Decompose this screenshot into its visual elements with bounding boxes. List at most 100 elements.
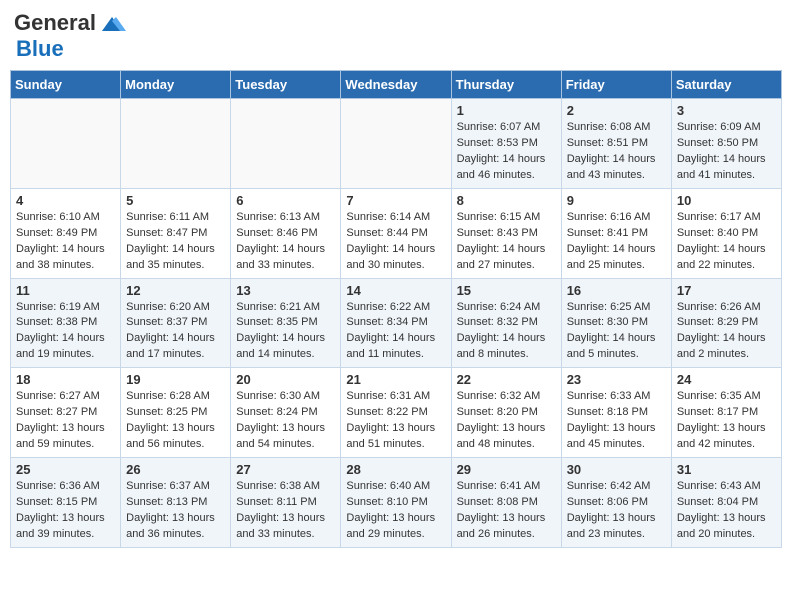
day-cell: 22 Sunrise: 6:32 AMSunset: 8:20 PMDayligh… (451, 368, 561, 458)
day-info: Sunrise: 6:26 AMSunset: 8:29 PMDaylight:… (677, 300, 776, 364)
day-number: 28 (346, 462, 445, 477)
day-info: Sunrise: 6:08 AMSunset: 8:51 PMDaylight:… (567, 120, 666, 184)
week-row-1: 1 Sunrise: 6:07 AMSunset: 8:53 PMDaylight… (11, 99, 782, 189)
day-number: 20 (236, 372, 335, 387)
day-cell: 9 Sunrise: 6:16 AMSunset: 8:41 PMDaylight… (561, 188, 671, 278)
col-header-monday: Monday (121, 71, 231, 99)
day-number: 2 (567, 103, 666, 118)
day-number: 5 (126, 193, 225, 208)
day-cell: 28 Sunrise: 6:40 AMSunset: 8:10 PMDayligh… (341, 458, 451, 548)
week-row-4: 18 Sunrise: 6:27 AMSunset: 8:27 PMDayligh… (11, 368, 782, 458)
week-row-5: 25 Sunrise: 6:36 AMSunset: 8:15 PMDayligh… (11, 458, 782, 548)
day-info: Sunrise: 6:11 AMSunset: 8:47 PMDaylight:… (126, 210, 225, 274)
day-cell: 15Sunrise: 6:24 AMSunset: 8:32 PMDayligh… (451, 278, 561, 368)
day-number: 17 (677, 283, 776, 298)
day-info: Sunrise: 6:16 AMSunset: 8:41 PMDaylight:… (567, 210, 666, 274)
day-cell: 26 Sunrise: 6:37 AMSunset: 8:13 PMDayligh… (121, 458, 231, 548)
day-number: 18 (16, 372, 115, 387)
day-number: 22 (457, 372, 556, 387)
day-info: Sunrise: 6:38 AMSunset: 8:11 PMDaylight:… (236, 479, 335, 543)
day-info: Sunrise: 6:43 AMSunset: 8:04 PMDaylight:… (677, 479, 776, 543)
col-header-tuesday: Tuesday (231, 71, 341, 99)
day-number: 1 (457, 103, 556, 118)
day-cell: 14Sunrise: 6:22 AMSunset: 8:34 PMDayligh… (341, 278, 451, 368)
day-number: 9 (567, 193, 666, 208)
day-info: Sunrise: 6:21 AMSunset: 8:35 PMDaylight:… (236, 300, 335, 364)
day-cell: 6 Sunrise: 6:13 AMSunset: 8:46 PMDaylight… (231, 188, 341, 278)
day-cell: 4 Sunrise: 6:10 AMSunset: 8:49 PMDaylight… (11, 188, 121, 278)
week-row-3: 11 Sunrise: 6:19 AMSunset: 8:38 PMDayligh… (11, 278, 782, 368)
day-info: Sunrise: 6:13 AMSunset: 8:46 PMDaylight:… (236, 210, 335, 274)
day-cell: 30 Sunrise: 6:42 AMSunset: 8:06 PMDayligh… (561, 458, 671, 548)
day-cell: 7 Sunrise: 6:14 AMSunset: 8:44 PMDaylight… (341, 188, 451, 278)
calendar-table: SundayMondayTuesdayWednesdayThursdayFrid… (10, 70, 782, 548)
day-info: Sunrise: 6:24 AMSunset: 8:32 PMDaylight:… (457, 300, 556, 364)
day-cell: 29 Sunrise: 6:41 AMSunset: 8:08 PMDayligh… (451, 458, 561, 548)
day-number: 29 (457, 462, 556, 477)
day-number: 25 (16, 462, 115, 477)
day-cell: 24 Sunrise: 6:35 AMSunset: 8:17 PMDayligh… (671, 368, 781, 458)
day-cell (11, 99, 121, 189)
day-cell: 31Sunrise: 6:43 AMSunset: 8:04 PMDayligh… (671, 458, 781, 548)
day-number: 16 (567, 283, 666, 298)
day-number: 10 (677, 193, 776, 208)
day-cell: 8Sunrise: 6:15 AMSunset: 8:43 PMDaylight… (451, 188, 561, 278)
day-info: Sunrise: 6:14 AMSunset: 8:44 PMDaylight:… (346, 210, 445, 274)
day-info: Sunrise: 6:37 AMSunset: 8:13 PMDaylight:… (126, 479, 225, 543)
day-number: 24 (677, 372, 776, 387)
day-number: 4 (16, 193, 115, 208)
day-cell: 1 Sunrise: 6:07 AMSunset: 8:53 PMDaylight… (451, 99, 561, 189)
day-info: Sunrise: 6:15 AMSunset: 8:43 PMDaylight:… (457, 210, 556, 274)
day-cell: 21 Sunrise: 6:31 AMSunset: 8:22 PMDayligh… (341, 368, 451, 458)
day-info: Sunrise: 6:27 AMSunset: 8:27 PMDaylight:… (16, 389, 115, 453)
day-number: 21 (346, 372, 445, 387)
col-header-friday: Friday (561, 71, 671, 99)
day-info: Sunrise: 6:10 AMSunset: 8:49 PMDaylight:… (16, 210, 115, 274)
col-header-thursday: Thursday (451, 71, 561, 99)
day-info: Sunrise: 6:40 AMSunset: 8:10 PMDaylight:… (346, 479, 445, 543)
day-number: 26 (126, 462, 225, 477)
day-info: Sunrise: 6:42 AMSunset: 8:06 PMDaylight:… (567, 479, 666, 543)
col-header-sunday: Sunday (11, 71, 121, 99)
day-cell: 12 Sunrise: 6:20 AMSunset: 8:37 PMDayligh… (121, 278, 231, 368)
day-info: Sunrise: 6:36 AMSunset: 8:15 PMDaylight:… (16, 479, 115, 543)
day-cell: 19 Sunrise: 6:28 AMSunset: 8:25 PMDayligh… (121, 368, 231, 458)
day-info: Sunrise: 6:35 AMSunset: 8:17 PMDaylight:… (677, 389, 776, 453)
day-number: 11 (16, 283, 115, 298)
logo-text: General (14, 10, 126, 36)
day-info: Sunrise: 6:41 AMSunset: 8:08 PMDaylight:… (457, 479, 556, 543)
day-cell: 3Sunrise: 6:09 AMSunset: 8:50 PMDaylight… (671, 99, 781, 189)
day-number: 23 (567, 372, 666, 387)
day-number: 13 (236, 283, 335, 298)
day-cell: 25 Sunrise: 6:36 AMSunset: 8:15 PMDayligh… (11, 458, 121, 548)
day-info: Sunrise: 6:32 AMSunset: 8:20 PMDaylight:… (457, 389, 556, 453)
day-number: 12 (126, 283, 225, 298)
day-number: 27 (236, 462, 335, 477)
day-info: Sunrise: 6:25 AMSunset: 8:30 PMDaylight:… (567, 300, 666, 364)
day-info: Sunrise: 6:30 AMSunset: 8:24 PMDaylight:… (236, 389, 335, 453)
day-cell: 16 Sunrise: 6:25 AMSunset: 8:30 PMDayligh… (561, 278, 671, 368)
day-number: 19 (126, 372, 225, 387)
day-number: 3 (677, 103, 776, 118)
week-row-2: 4 Sunrise: 6:10 AMSunset: 8:49 PMDaylight… (11, 188, 782, 278)
day-number: 6 (236, 193, 335, 208)
day-info: Sunrise: 6:28 AMSunset: 8:25 PMDaylight:… (126, 389, 225, 453)
day-info: Sunrise: 6:22 AMSunset: 8:34 PMDaylight:… (346, 300, 445, 364)
day-cell (341, 99, 451, 189)
day-number: 30 (567, 462, 666, 477)
header-row: SundayMondayTuesdayWednesdayThursdayFrid… (11, 71, 782, 99)
day-cell: 20 Sunrise: 6:30 AMSunset: 8:24 PMDayligh… (231, 368, 341, 458)
day-info: Sunrise: 6:31 AMSunset: 8:22 PMDaylight:… (346, 389, 445, 453)
day-cell (121, 99, 231, 189)
day-info: Sunrise: 6:19 AMSunset: 8:38 PMDaylight:… (16, 300, 115, 364)
day-cell: 5 Sunrise: 6:11 AMSunset: 8:47 PMDaylight… (121, 188, 231, 278)
day-cell: 17 Sunrise: 6:26 AMSunset: 8:29 PMDayligh… (671, 278, 781, 368)
day-info: Sunrise: 6:20 AMSunset: 8:37 PMDaylight:… (126, 300, 225, 364)
day-cell: 2 Sunrise: 6:08 AMSunset: 8:51 PMDaylight… (561, 99, 671, 189)
logo: General Blue (14, 10, 126, 62)
day-number: 7 (346, 193, 445, 208)
logo-blue-text: Blue (16, 36, 64, 61)
day-cell: 10Sunrise: 6:17 AMSunset: 8:40 PMDayligh… (671, 188, 781, 278)
day-info: Sunrise: 6:07 AMSunset: 8:53 PMDaylight:… (457, 120, 556, 184)
page-header: General Blue (10, 10, 782, 62)
